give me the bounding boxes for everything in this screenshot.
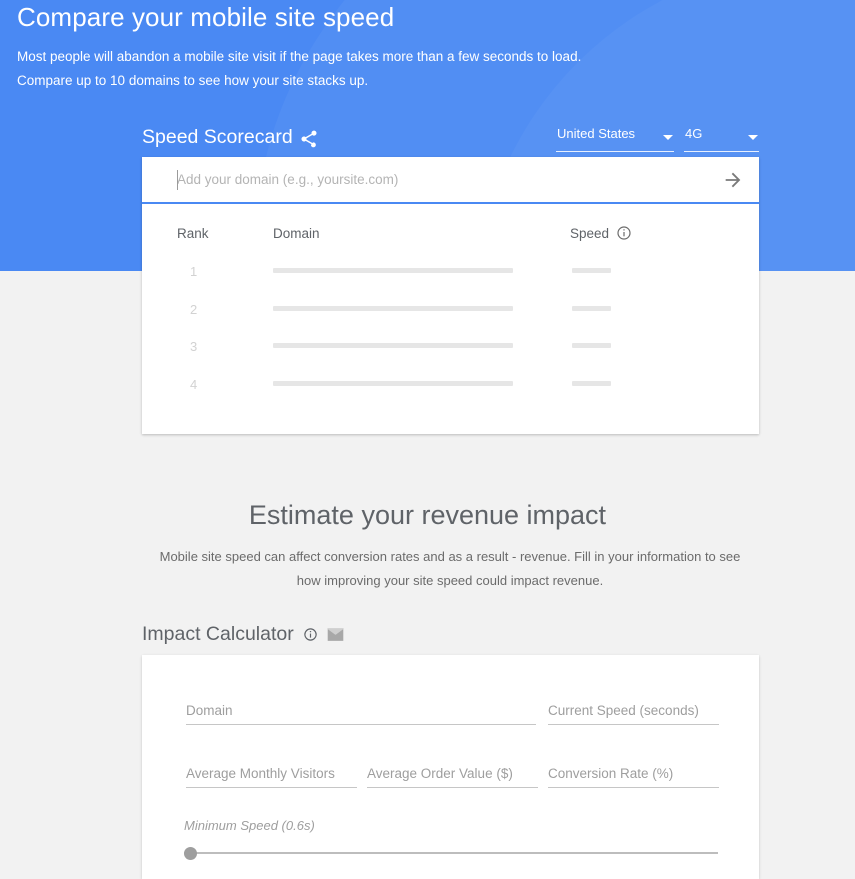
calculator-current-speed-input[interactable] [548,697,719,724]
info-icon[interactable] [303,627,318,642]
speed-info-icon[interactable] [616,225,632,246]
column-header-domain: Domain [273,226,320,241]
chevron-down-icon [663,135,673,140]
arrow-right-icon [725,172,741,187]
row-rank: 4 [190,376,198,392]
row-rank: 3 [190,339,198,354]
domain-search-input[interactable] [177,172,707,187]
page-title: Compare your mobile site speed [17,2,395,32]
minimum-speed-label: Minimum Speed (0.6s) [184,818,315,833]
calculator-current-speed-field[interactable] [548,697,719,725]
email-icon[interactable] [327,627,344,641]
page-subtitle: Most people will abandon a mobile site v… [17,49,582,88]
row-speed-placeholder [572,343,611,348]
network-dropdown-value: 4G [685,126,703,141]
calculator-visitors-field[interactable] [186,760,357,788]
domain-search-row [142,157,759,204]
row-rank: 2 [190,301,198,317]
calculator-visitors-input[interactable] [186,760,357,787]
table-row: 2 [142,294,759,332]
column-header-speed: Speed [570,226,610,241]
row-domain-placeholder [273,268,513,273]
row-domain-placeholder [273,305,513,311]
chevron-down-icon [748,135,758,140]
scorecard-header: Speed Scorecard United States 4G [142,126,759,156]
calculator-domain-input[interactable] [186,697,536,724]
row-domain-placeholder [273,380,513,386]
row-domain-placeholder [273,343,513,348]
calculator-header: Impact Calculator [142,621,344,647]
calculator-conversion-rate-input[interactable] [548,760,719,787]
scorecard-table: Rank Domain Speed 1 2 3 4 [142,204,759,434]
row-speed-placeholder [572,305,611,311]
table-header-row: Rank Domain Speed [142,204,759,256]
slider-thumb[interactable] [184,847,197,860]
calculator-conversion-rate-field[interactable] [548,760,719,788]
row-speed-placeholder [572,268,611,273]
table-row: 3 [142,331,759,369]
share-icon[interactable] [299,129,319,149]
impact-calculator-card: Minimum Speed (0.6s) [142,655,759,879]
scorecard-card: Rank Domain Speed 1 2 3 [142,157,759,434]
row-rank: 1 [190,264,198,279]
slider-track [184,852,718,854]
network-dropdown[interactable]: 4G [684,126,759,152]
table-row: 4 [142,369,759,407]
scorecard-title: Speed Scorecard [142,126,293,148]
calculator-title: Impact Calculator [142,622,294,645]
calculator-order-value-input[interactable] [367,760,538,787]
country-dropdown[interactable]: United States [556,126,674,152]
column-header-rank: Rank [177,226,209,241]
calculator-order-value-field[interactable] [367,760,538,788]
revenue-section-description: Mobile site speed can affect conversion … [159,549,741,588]
text-caret [177,170,178,190]
row-speed-placeholder [572,380,611,386]
revenue-section-heading: Estimate your revenue impact [248,500,607,530]
minimum-speed-slider[interactable] [184,845,718,861]
country-dropdown-value: United States [557,126,636,141]
domain-submit-button[interactable] [707,156,759,203]
table-row: 1 [142,256,759,294]
calculator-domain-field[interactable] [186,697,536,725]
